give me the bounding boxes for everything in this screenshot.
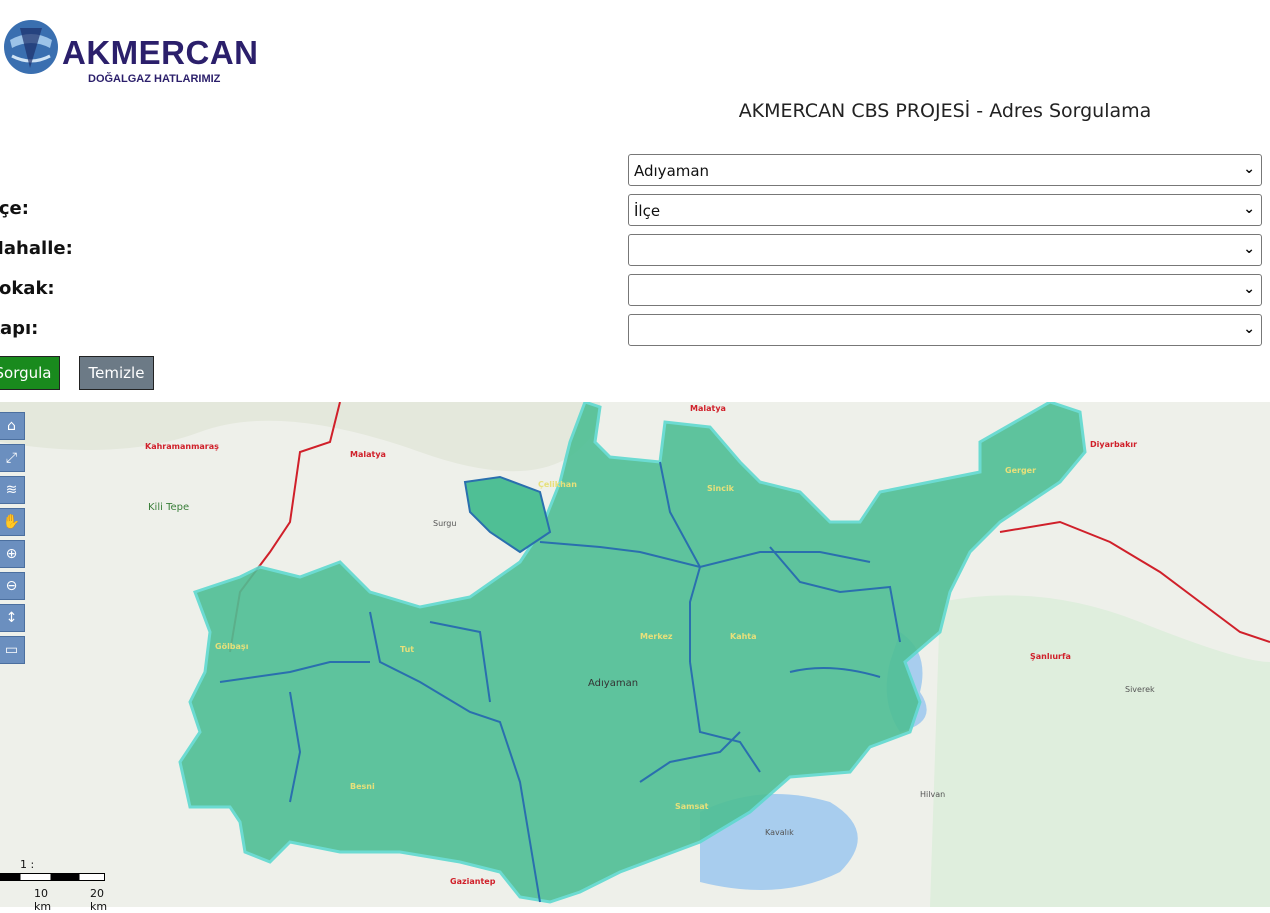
chevron-down-icon: ⌄ xyxy=(1243,201,1255,217)
clear-button[interactable]: Temizle xyxy=(79,356,154,390)
map-label-merkez: Merkez xyxy=(640,632,673,641)
map-label-tut: Tut xyxy=(400,645,415,654)
map-label-malatya-2: Malatya xyxy=(350,450,386,459)
map-toolbar: ⌂ ⤢ ≋ ✋ ⊕ ⊖ ↕ ▭ xyxy=(0,412,26,668)
map-label-siverek: Siverek xyxy=(1125,685,1155,694)
sokak-select[interactable]: ⌄ xyxy=(628,274,1262,306)
ilce-select[interactable]: İlçe ⌄ xyxy=(628,194,1262,226)
mahalle-label: Mahalle: xyxy=(0,238,73,259)
map-label-kili-tepe: Kili Tepe xyxy=(148,502,190,513)
kapi-label: Kapı: xyxy=(0,318,39,339)
map-label-besni: Besni xyxy=(350,782,375,791)
map-label-celikhan: Çelikhan xyxy=(538,480,577,489)
map-label-sanliurfa: Şanlıurfa xyxy=(1030,652,1071,661)
map-label-gaziantep: Gaziantep xyxy=(450,877,496,886)
map-label-gerger: Gerger xyxy=(1005,466,1037,475)
chevron-down-icon: ⌄ xyxy=(1243,161,1255,177)
pan-hand-icon[interactable]: ✋ xyxy=(0,508,25,536)
sokak-label: Sokak: xyxy=(0,278,55,299)
map-label-golbasi: Gölbaşı xyxy=(215,642,249,651)
kapi-select[interactable]: ⌄ xyxy=(628,314,1262,346)
zoom-in-icon[interactable]: ⊕ xyxy=(0,540,25,568)
map-label-hilvan: Hilvan xyxy=(920,790,946,799)
chevron-down-icon: ⌄ xyxy=(1243,321,1255,337)
globe-logo-icon xyxy=(4,20,58,74)
home-icon[interactable]: ⌂ xyxy=(0,412,25,440)
extent-icon[interactable]: ▭ xyxy=(0,636,25,664)
il-select-value: Adıyaman xyxy=(634,162,710,180)
chevron-down-icon: ⌄ xyxy=(1243,241,1255,257)
map-view[interactable]: Malatya Malatya Diyarbakır Kahramanmaraş… xyxy=(0,402,1270,907)
zoom-out-icon[interactable]: ⊖ xyxy=(0,572,25,600)
logo: AKMERCAN DOĞALGAZ HATLARIMIZ xyxy=(2,18,264,85)
map-label-kavalik: Kavalık xyxy=(765,828,794,837)
scale-bar xyxy=(0,873,105,881)
map-label-malatya: Malatya xyxy=(690,404,726,413)
measure-icon[interactable]: ↕ xyxy=(0,604,25,632)
map-label-adiyaman: Adıyaman xyxy=(588,678,639,689)
page-title: AKMERCAN CBS PROJESİ - Adres Sorgulama xyxy=(738,100,1152,122)
map-label-samsat: Samsat xyxy=(675,802,709,811)
il-select[interactable]: Adıyaman ⌄ xyxy=(628,154,1262,186)
logo-subtitle: DOĞALGAZ HATLARIMIZ xyxy=(88,73,221,85)
fullscreen-icon[interactable]: ⤢ xyxy=(0,444,25,472)
map-label-kahramanmaras: Kahramanmaraş xyxy=(145,442,219,451)
mahalle-select[interactable]: ⌄ xyxy=(628,234,1262,266)
map-label-surgu: Surgu xyxy=(433,519,457,528)
scale-label-10km: 10 km xyxy=(34,887,52,913)
layers-icon[interactable]: ≋ xyxy=(0,476,25,504)
logo-text: AKMERCAN xyxy=(62,34,259,71)
map-label-diyarbakir: Diyarbakır xyxy=(1090,440,1138,449)
map-label-sincik: Sincik xyxy=(707,484,735,493)
ilce-select-value: İlçe xyxy=(634,202,661,220)
ilce-label: İlçe: xyxy=(0,198,29,219)
scale-label-20km: 20 km xyxy=(90,887,108,913)
map-label-kahta: Kahta xyxy=(730,632,757,641)
query-button[interactable]: Sorgula xyxy=(0,356,60,390)
chevron-down-icon: ⌄ xyxy=(1243,281,1255,297)
map-canvas[interactable] xyxy=(0,402,1270,907)
